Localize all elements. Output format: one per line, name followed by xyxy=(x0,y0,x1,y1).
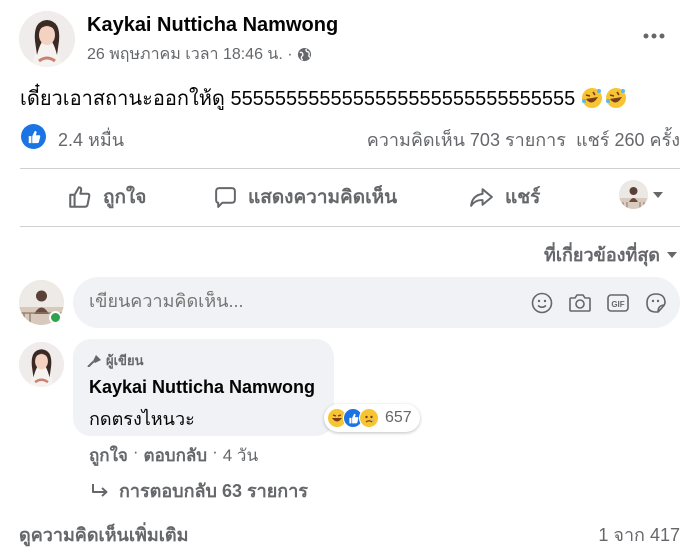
divider xyxy=(20,226,680,227)
post-as-selector[interactable] xyxy=(619,180,664,209)
comment-sort-dropdown[interactable]: ที่เกี่ยวข้องที่สุด xyxy=(544,240,678,269)
author-badge-label: ผู้เขียน xyxy=(106,353,144,368)
online-status-dot xyxy=(49,311,62,324)
divider xyxy=(20,168,680,169)
viewer-avatar xyxy=(619,180,648,209)
composer-tools: GIF xyxy=(530,291,668,315)
sticker-icon[interactable] xyxy=(644,291,668,315)
more-horizontal-icon xyxy=(643,33,665,39)
share-label: แชร์ xyxy=(505,187,541,208)
comment-input[interactable] xyxy=(89,291,509,312)
share-arrow-icon xyxy=(470,187,493,207)
emoji-picker-icon[interactable] xyxy=(530,291,554,315)
comment-bubble: ผู้เขียน Kaykai Nutticha Namwong กดตรงไห… xyxy=(73,339,334,436)
comment-like-link[interactable]: ถูกใจ xyxy=(89,442,128,469)
speech-bubble-icon xyxy=(215,186,236,208)
like-reaction-icon[interactable] xyxy=(21,124,46,149)
author-avatar[interactable] xyxy=(19,11,75,67)
view-more-comments-link[interactable]: ดูความคิดเห็นเพิ่มเติม xyxy=(19,520,188,549)
sad-reaction-icon xyxy=(359,408,379,428)
comment-text: กดตรงไหนวะ xyxy=(89,409,195,429)
comment-button[interactable]: แสดงความคิดเห็น xyxy=(213,182,397,212)
svg-text:GIF: GIF xyxy=(611,300,624,309)
rofl-emoji-icon xyxy=(582,88,603,108)
globe-icon xyxy=(297,47,312,62)
comment-composer[interactable]: GIF xyxy=(73,277,680,328)
chevron-down-icon xyxy=(653,191,663,198)
separator: · xyxy=(212,442,218,461)
comments-count[interactable]: ความคิดเห็น 703 รายการ xyxy=(367,125,566,154)
camera-icon[interactable] xyxy=(568,291,592,315)
view-replies-link[interactable]: การตอบกลับ 63 รายการ xyxy=(91,476,308,505)
share-button[interactable]: แชร์ xyxy=(468,182,540,212)
commenter-avatar[interactable] xyxy=(19,342,64,387)
comment-age[interactable]: 4 วัน xyxy=(223,442,258,469)
comment-reply-link[interactable]: ตอบกลับ xyxy=(144,442,208,469)
author-badge: ผู้เขียน xyxy=(87,350,143,371)
post-body: เดี๋ยวเอาสถานะออกให้ดู 55555555555555555… xyxy=(20,88,576,110)
comment-reaction-count: 657 xyxy=(385,409,412,426)
replies-label: การตอบกลับ 63 รายการ xyxy=(119,481,308,501)
chevron-down-icon xyxy=(667,251,677,258)
post-timestamp[interactable]: 26 พฤษภาคม เวลา 18:46 น. · xyxy=(87,42,293,67)
comment-author-name[interactable]: Kaykai Nutticha Namwong xyxy=(89,377,315,398)
gif-icon[interactable]: GIF xyxy=(606,291,630,315)
comment-reactions[interactable]: 657 xyxy=(324,404,420,432)
post-emoji xyxy=(581,87,627,109)
post-author-name[interactable]: Kaykai Nutticha Namwong xyxy=(87,14,338,37)
post-meta: 26 พฤษภาคม เวลา 18:46 น. · xyxy=(87,42,312,67)
like-label: ถูกใจ xyxy=(103,187,147,208)
more-options-button[interactable] xyxy=(638,24,670,48)
comment-label: แสดงความคิดเห็น xyxy=(248,187,398,208)
thumbs-up-icon xyxy=(69,186,91,208)
reaction-icons xyxy=(327,408,379,428)
reply-arrow-icon xyxy=(92,483,108,497)
shares-count[interactable]: แชร์ 260 ครั้ง xyxy=(576,125,680,154)
post-text: เดี๋ยวเอาสถานะออกให้ดู 55555555555555555… xyxy=(20,82,627,114)
post-stats: ความคิดเห็น 703 รายการ แชร์ 260 ครั้ง xyxy=(367,125,680,154)
comment-actions: ถูกใจ · ตอบกลับ · 4 วัน xyxy=(89,442,258,469)
separator: · xyxy=(132,442,139,461)
reaction-count[interactable]: 2.4 หมื่น xyxy=(58,125,124,154)
microphone-icon xyxy=(87,355,101,367)
comment-pager: 1 จาก 417 xyxy=(598,525,680,545)
like-button[interactable]: ถูกใจ xyxy=(67,182,146,212)
sort-label: ที่เกี่ยวข้องที่สุด xyxy=(543,245,660,265)
rofl-emoji-icon xyxy=(606,88,627,108)
